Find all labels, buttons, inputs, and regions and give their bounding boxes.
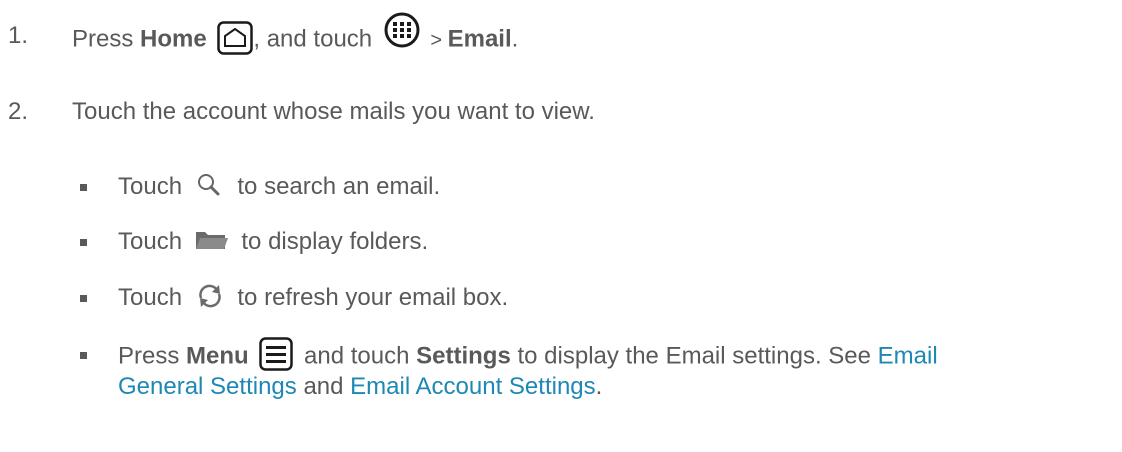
menu-icon (259, 337, 294, 371)
menu-label: Menu (186, 342, 249, 370)
apps-icon (383, 11, 421, 49)
home-icon (217, 21, 254, 55)
step-number: 1. (8, 22, 29, 49)
bullet-marker (80, 295, 87, 302)
home-label: Home (140, 25, 207, 53)
refresh-icon (195, 282, 225, 310)
step-number: 2. (8, 98, 29, 125)
search-icon (195, 172, 225, 198)
bullet-marker (80, 239, 87, 246)
email-account-settings-link[interactable]: Email Account Settings (350, 373, 595, 400)
step-text: Touch the account whose mails you want t… (72, 98, 595, 125)
step-text: Press Home , and touch > Email. (72, 12, 518, 59)
email-general-settings-link[interactable]: Email (878, 342, 938, 369)
settings-label: Settings (416, 342, 511, 370)
bullet-marker (80, 184, 87, 191)
email-general-settings-link-cont[interactable]: General Settings (118, 373, 297, 400)
email-label: Email (447, 25, 512, 53)
folder-icon (195, 229, 229, 251)
bullet-marker (80, 352, 87, 359)
